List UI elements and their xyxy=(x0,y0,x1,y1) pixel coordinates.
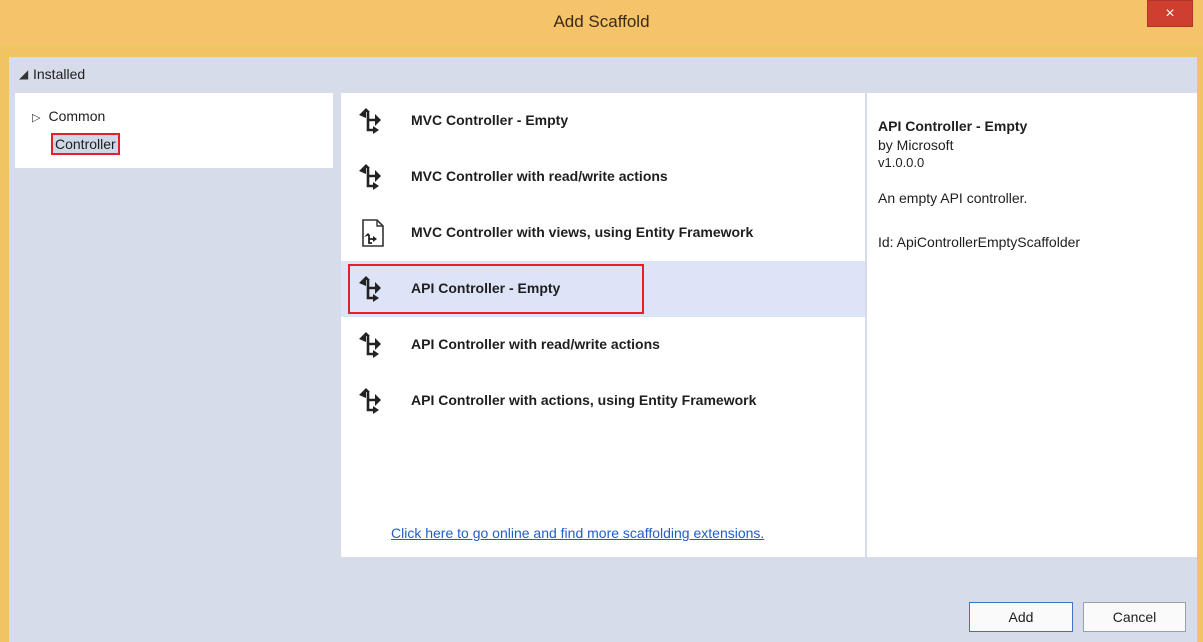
template-item-mvc-empty[interactable]: MVC Controller - Empty xyxy=(341,93,865,149)
template-item-mvc-views-ef[interactable]: MVC Controller with views, using Entity … xyxy=(341,205,865,261)
title-bar[interactable]: Add Scaffold × xyxy=(0,0,1203,46)
details-version: v1.0.0.0 xyxy=(878,155,925,170)
installed-header[interactable]: ◢ Installed xyxy=(9,57,1197,93)
template-label: MVC Controller with views, using Entity … xyxy=(411,224,754,240)
template-label: API Controller - Empty xyxy=(411,280,561,296)
close-button[interactable]: × xyxy=(1147,0,1193,27)
dialog-title: Add Scaffold xyxy=(553,12,650,31)
tree-item-label: Controller xyxy=(55,136,116,152)
dialog-body: ◢ Installed ▷ Common Controller MVC Contr… xyxy=(9,57,1197,642)
close-icon: × xyxy=(1165,5,1175,22)
template-list: MVC Controller - Empty MVC Controller wi… xyxy=(341,93,865,557)
controller-icon xyxy=(359,108,381,134)
template-label: API Controller with read/write actions xyxy=(411,336,660,352)
controller-views-icon xyxy=(362,219,384,247)
tree-item-controller[interactable]: Controller xyxy=(51,133,120,155)
template-label: API Controller with actions, using Entit… xyxy=(411,392,757,408)
details-title: API Controller - Empty xyxy=(878,118,1028,134)
template-item-mvc-readwrite[interactable]: MVC Controller with read/write actions xyxy=(341,149,865,205)
controller-icon xyxy=(359,388,381,414)
add-scaffold-dialog: Add Scaffold × ◢ Installed ▷ Common Contr… xyxy=(0,0,1203,642)
tree-item-label: Common xyxy=(48,108,106,124)
template-item-api-readwrite[interactable]: API Controller with read/write actions xyxy=(341,317,865,373)
cancel-button[interactable]: Cancel xyxy=(1083,602,1186,632)
details-author: by Microsoft xyxy=(878,137,954,153)
category-tree: ▷ Common Controller xyxy=(15,93,333,168)
online-extensions-link[interactable]: Click here to go online and find more sc… xyxy=(391,525,764,541)
controller-icon xyxy=(359,164,381,190)
collapse-triangle-icon: ◢ xyxy=(19,67,29,81)
controller-icon xyxy=(359,276,381,302)
installed-label: Installed xyxy=(33,66,86,82)
controller-icon xyxy=(359,332,381,358)
tree-item-common[interactable]: ▷ Common xyxy=(32,108,105,124)
add-button[interactable]: Add xyxy=(969,602,1073,632)
template-item-api-actions-ef[interactable]: API Controller with actions, using Entit… xyxy=(341,373,865,429)
details-pane: API Controller - Empty by Microsoft v1.0… xyxy=(867,93,1197,557)
details-id: Id: ApiControllerEmptyScaffolder xyxy=(878,234,1081,250)
details-description: An empty API controller. xyxy=(878,190,1028,206)
template-item-api-empty[interactable]: API Controller - Empty xyxy=(341,261,865,317)
expand-arrow-icon[interactable]: ▷ xyxy=(32,112,40,124)
template-label: MVC Controller - Empty xyxy=(411,112,569,128)
template-label: MVC Controller with read/write actions xyxy=(411,168,668,184)
